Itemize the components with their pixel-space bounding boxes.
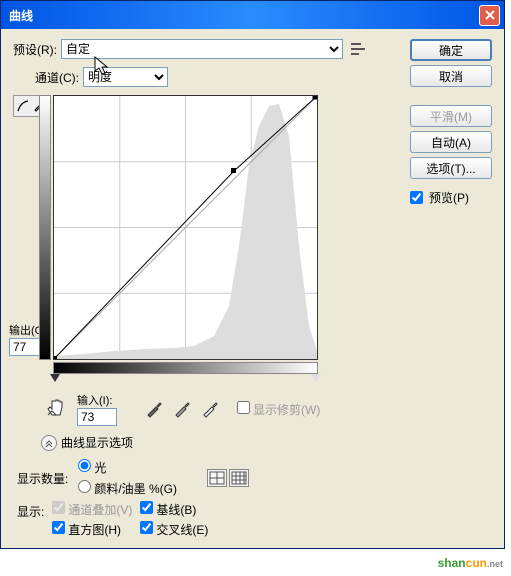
baseline-check[interactable]: 基线(B) xyxy=(140,501,208,518)
curve-point-tool[interactable] xyxy=(16,98,30,114)
ok-button[interactable]: 确定 xyxy=(410,39,492,61)
gray-eyedropper[interactable] xyxy=(173,400,191,418)
options-button[interactable]: 选项(T)... xyxy=(410,157,492,179)
input-gradient-bar xyxy=(53,362,318,374)
grid-fine-icon xyxy=(230,470,248,486)
close-icon xyxy=(485,10,495,20)
channel-label: 通道(C): xyxy=(35,69,79,86)
preset-menu-icon[interactable] xyxy=(351,41,367,57)
histogram-check[interactable]: 直方图(H) xyxy=(52,521,132,538)
radio-pigment[interactable]: 颜料/油墨 %(G) xyxy=(78,480,177,497)
smooth-button: 平滑(M) xyxy=(410,105,492,127)
curves-dialog: 曲线 预设(R): 自定 通道(C): 明度 xyxy=(0,0,505,549)
grid-coarse-icon xyxy=(208,470,226,486)
preview-check[interactable]: 预览(P) xyxy=(410,189,492,206)
grid-coarse-button[interactable] xyxy=(207,469,227,487)
close-button[interactable] xyxy=(479,5,500,26)
input-slider-track[interactable] xyxy=(53,374,318,384)
white-eyedropper[interactable] xyxy=(201,400,219,418)
watermark: shancun.net xyxy=(438,554,503,572)
output-gradient-bar xyxy=(39,95,51,360)
cancel-button[interactable]: 取消 xyxy=(410,65,492,87)
titlebar[interactable]: 曲线 xyxy=(1,1,504,29)
radio-light[interactable]: 光 xyxy=(78,459,177,476)
curve-display-options-label: 曲线显示选项 xyxy=(61,434,133,451)
white-point-slider[interactable] xyxy=(311,374,321,382)
curve-endpoint-high[interactable] xyxy=(313,96,317,99)
black-point-slider[interactable] xyxy=(50,374,60,382)
collapse-button[interactable] xyxy=(41,435,57,451)
hand-tool[interactable] xyxy=(45,397,69,421)
channel-select[interactable]: 明度 xyxy=(83,67,168,87)
chevron-up-icon xyxy=(45,439,53,447)
display-amount-label: 显示数量: xyxy=(17,470,68,487)
show-clipping-checkbox[interactable] xyxy=(237,401,250,414)
title: 曲线 xyxy=(5,7,479,24)
channel-overlay-check[interactable]: 通道叠加(V) xyxy=(52,501,132,518)
intersection-check[interactable]: 交叉线(E) xyxy=(140,521,208,538)
black-eyedropper[interactable] xyxy=(145,400,163,418)
hand-icon xyxy=(45,397,67,419)
preset-label: 预设(R): xyxy=(13,41,57,58)
preview-checkbox[interactable] xyxy=(410,191,423,204)
curve-endpoint-low[interactable] xyxy=(54,356,57,359)
input-label: 输入(I): xyxy=(77,392,117,408)
curve-graph[interactable] xyxy=(53,95,318,360)
input-input[interactable] xyxy=(77,408,117,426)
grid-fine-button[interactable] xyxy=(229,469,249,487)
show-clipping-check[interactable]: 显示修剪(W) xyxy=(237,401,320,418)
preset-select[interactable]: 自定 xyxy=(61,39,343,59)
curve-point[interactable] xyxy=(231,168,236,173)
curve-icon xyxy=(17,100,29,112)
auto-button[interactable]: 自动(A) xyxy=(410,131,492,153)
show-label: 显示: xyxy=(17,503,44,520)
